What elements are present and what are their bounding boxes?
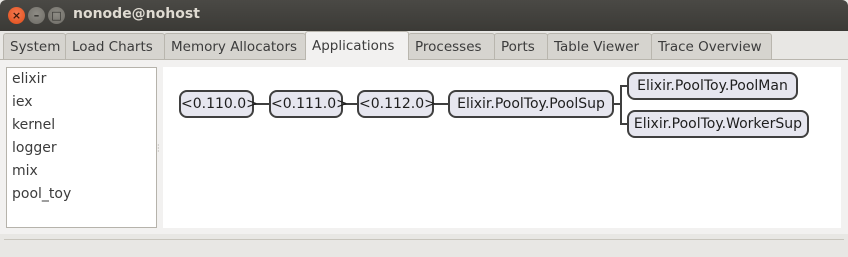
process-node[interactable]: Elixir.PoolToy.PoolMan [627,72,798,100]
tree-edge [620,85,622,125]
window-title: nonode@nohost [73,6,200,22]
close-icon[interactable]: × [8,7,25,24]
process-node[interactable]: <0.111.0> [269,90,348,118]
minimize-icon[interactable]: – [28,7,45,24]
tab-ports[interactable]: Ports [494,33,548,60]
observer-window: × – □ nonode@nohost System Load Charts M… [0,0,848,257]
tab-memory-allocators[interactable]: Memory Allocators [164,33,306,60]
tab-applications[interactable]: Applications [305,31,409,60]
divider [4,239,844,240]
list-item[interactable]: logger [7,137,156,160]
maximize-icon[interactable]: □ [48,7,65,24]
application-list[interactable]: elixir iex kernel logger mix pool_toy [6,67,157,228]
list-item[interactable]: iex [7,91,156,114]
tab-trace-overview[interactable]: Trace Overview [651,33,772,60]
tab-table-viewer[interactable]: Table Viewer [547,33,652,60]
process-node[interactable]: <0.112.0> [357,90,436,118]
splitter-handle[interactable]: · · · [157,142,161,156]
title-bar: × – □ nonode@nohost [0,0,848,31]
status-bar [0,234,848,257]
applications-panel: elixir iex kernel logger mix pool_toy · ·… [0,59,848,234]
tab-system[interactable]: System [3,33,66,60]
list-item[interactable]: elixir [7,68,156,91]
list-item[interactable]: pool_toy [7,183,156,206]
tab-processes[interactable]: Processes [408,33,495,60]
list-item[interactable]: kernel [7,114,156,137]
process-node[interactable]: <0.110.0> [179,90,258,118]
process-tree: <0.110.0> <0.111.0> <0.112.0> Elixir.Poo… [163,67,841,228]
tab-load-charts[interactable]: Load Charts [65,33,165,60]
tab-bar: System Load Charts Memory Allocators App… [3,31,772,60]
process-node[interactable]: Elixir.PoolToy.WorkerSup [627,110,809,138]
process-node[interactable]: Elixir.PoolToy.PoolSup [448,90,614,118]
list-item[interactable]: mix [7,160,156,183]
